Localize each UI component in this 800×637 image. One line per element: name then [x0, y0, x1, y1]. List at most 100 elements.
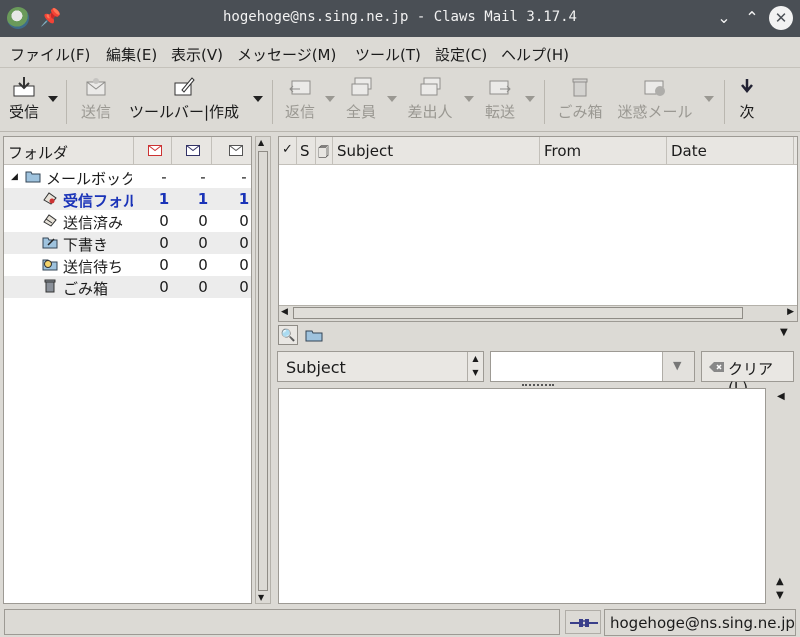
spam-button[interactable]: 迷惑メール: [613, 72, 697, 128]
plug-connected-icon: [570, 619, 598, 627]
forward-button[interactable]: 転送: [482, 72, 518, 128]
compose-dropdown-arrow[interactable]: [253, 96, 263, 102]
toolbar-separator: [272, 80, 273, 124]
scroll-right-arrow-icon[interactable]: ▶: [787, 307, 794, 317]
drafts-folder-icon: [42, 237, 58, 249]
toolbar-separator: [724, 80, 725, 124]
queue-folder-icon: [42, 259, 58, 271]
reply-to-sender-button[interactable]: 差出人: [404, 72, 456, 128]
inbox-folder-icon: [43, 192, 57, 205]
scroll-down-arrow-icon[interactable]: ▼: [258, 593, 264, 602]
unread-column-header[interactable]: [172, 137, 212, 165]
search-row: Subject ▲▼ ▼ クリア(L): [274, 351, 798, 397]
next-button[interactable]: 次: [734, 72, 760, 128]
menu-bar: ファイル(F) 編集(E) 表示(V) メッセージ(M) ツール(T) 設定(C…: [0, 38, 800, 68]
minimize-button[interactable]: ⌄: [712, 6, 736, 30]
clear-icon: [709, 362, 724, 372]
compose-button[interactable]: ツールバー|作成: [124, 72, 244, 128]
folder-tree-scrollbar[interactable]: ▲ ▼: [255, 136, 271, 604]
compose-icon: [174, 77, 195, 96]
trash-folder-icon: [44, 279, 56, 293]
folder-row-inbox[interactable]: 受信フォル 1 1 1: [4, 188, 251, 210]
scroll-up-arrow-icon[interactable]: ▲: [258, 138, 264, 147]
search-input[interactable]: ▼: [490, 351, 695, 382]
folder-row-queue[interactable]: 送信待ち 0 0 0: [4, 254, 251, 276]
scroll-up-arrow-icon[interactable]: ▲: [776, 576, 784, 587]
clear-search-button[interactable]: クリア(L): [701, 351, 794, 397]
menu-edit[interactable]: 編集(E): [106, 44, 157, 65]
online-status-toggle[interactable]: [565, 610, 601, 634]
menu-view[interactable]: 表示(V): [171, 44, 223, 65]
folder-column-header[interactable]: フォルダ: [4, 137, 134, 165]
account-selector[interactable]: hogehoge@ns.sing.ne.jp: [604, 609, 796, 636]
menu-file[interactable]: ファイル(F): [10, 44, 90, 65]
scrollbar-thumb[interactable]: [293, 307, 743, 319]
from-column-header[interactable]: From: [540, 137, 667, 165]
send-button[interactable]: 送信: [78, 72, 114, 128]
search-icon[interactable]: 🔍: [278, 325, 298, 345]
inbox-receive-icon: [13, 77, 35, 97]
folder-icon[interactable]: [305, 328, 323, 342]
toolbar-separator: [544, 80, 545, 124]
pane-resize-handle[interactable]: [522, 384, 554, 386]
trash-icon: [572, 78, 588, 97]
folder-row-mailbox[interactable]: ◢ メールボック - - -: [4, 166, 251, 188]
receive-dropdown-arrow[interactable]: [48, 96, 58, 102]
message-list[interactable]: ✓ S 🗍 Subject From Date ◀ ▶: [278, 136, 798, 322]
total-mail-icon: [229, 145, 243, 156]
status-column-header[interactable]: S: [297, 137, 316, 165]
reply-sender-dropdown-arrow[interactable]: [464, 96, 474, 102]
scroll-left-arrow-icon[interactable]: ◀: [281, 307, 288, 317]
reply-all-dropdown-arrow[interactable]: [387, 96, 397, 102]
reply-icon: [289, 80, 311, 95]
reply-sender-icon: [420, 77, 441, 96]
spin-arrows-icon[interactable]: ▲ ▼: [467, 352, 483, 381]
new-mail-icon: [148, 145, 162, 156]
mailbox-folder-icon: [25, 171, 41, 183]
mark-column-header[interactable]: ✓: [279, 137, 297, 165]
spam-icon: [644, 80, 665, 96]
search-type-select[interactable]: Subject ▲ ▼: [277, 351, 484, 382]
scroll-down-arrow-icon[interactable]: ▼: [776, 590, 784, 601]
reply-all-button[interactable]: 全員: [343, 72, 379, 128]
reply-dropdown-arrow[interactable]: [325, 96, 335, 102]
reply-button[interactable]: 返信: [282, 72, 318, 128]
search-history-dropdown[interactable]: ▼: [662, 352, 694, 381]
arrow-down-icon: [741, 79, 753, 93]
maximize-button[interactable]: ⌃: [740, 6, 764, 30]
attachment-column-header[interactable]: 🗍: [316, 137, 333, 165]
close-button[interactable]: ✕: [769, 6, 793, 30]
forward-dropdown-arrow[interactable]: [525, 96, 535, 102]
message-view[interactable]: [278, 388, 766, 604]
scrollbar-thumb[interactable]: [258, 151, 268, 591]
scroll-left-arrow-icon[interactable]: ◀: [777, 391, 785, 402]
folder-row-trash[interactable]: ごみ箱 0 0 0: [4, 276, 251, 298]
sent-folder-icon: [43, 214, 57, 227]
chevron-down-icon[interactable]: ▼: [780, 327, 788, 338]
status-bar: hogehoge@ns.sing.ne.jp: [0, 606, 800, 637]
reply-all-icon: [351, 77, 372, 96]
send-icon: [86, 78, 106, 96]
toolbar-separator: [66, 80, 67, 124]
menu-message[interactable]: メッセージ(M): [237, 44, 336, 65]
subject-column-header[interactable]: Subject: [333, 137, 540, 165]
window-title: hogehoge@ns.sing.ne.jp - Claws Mail 3.17…: [222, 9, 577, 25]
menu-tools[interactable]: ツール(T): [355, 44, 421, 65]
new-column-header[interactable]: [134, 137, 172, 165]
folder-tree[interactable]: フォルダ ◢ メールボック - - - 受信フォル 1 1 1 送信済み 0 0…: [3, 136, 252, 604]
folder-tree-header: フォルダ: [4, 137, 251, 165]
message-view-scrollbar[interactable]: ◀ ▲ ▼: [770, 388, 796, 604]
quick-search-bar: 🔍 ▼: [278, 325, 798, 347]
message-list-hscrollbar[interactable]: ◀ ▶: [279, 305, 797, 321]
receive-button[interactable]: 受信: [6, 72, 42, 128]
total-column-header[interactable]: [212, 137, 251, 165]
expander-triangle-icon[interactable]: ◢: [11, 172, 18, 182]
folder-row-drafts[interactable]: 下書き 0 0 0: [4, 232, 251, 254]
folder-row-sent[interactable]: 送信済み 0 0 0: [4, 210, 251, 232]
trash-button[interactable]: ごみ箱: [555, 72, 605, 128]
toolbar: 受信 送信 ツールバー|作成 返信 全員 差出人 転送 ごみ箱 迷惑メール 次: [0, 68, 800, 132]
menu-settings[interactable]: 設定(C): [435, 44, 487, 65]
date-column-header[interactable]: Date: [667, 137, 794, 165]
menu-help[interactable]: ヘルプ(H): [501, 44, 569, 65]
spam-dropdown-arrow[interactable]: [704, 96, 714, 102]
